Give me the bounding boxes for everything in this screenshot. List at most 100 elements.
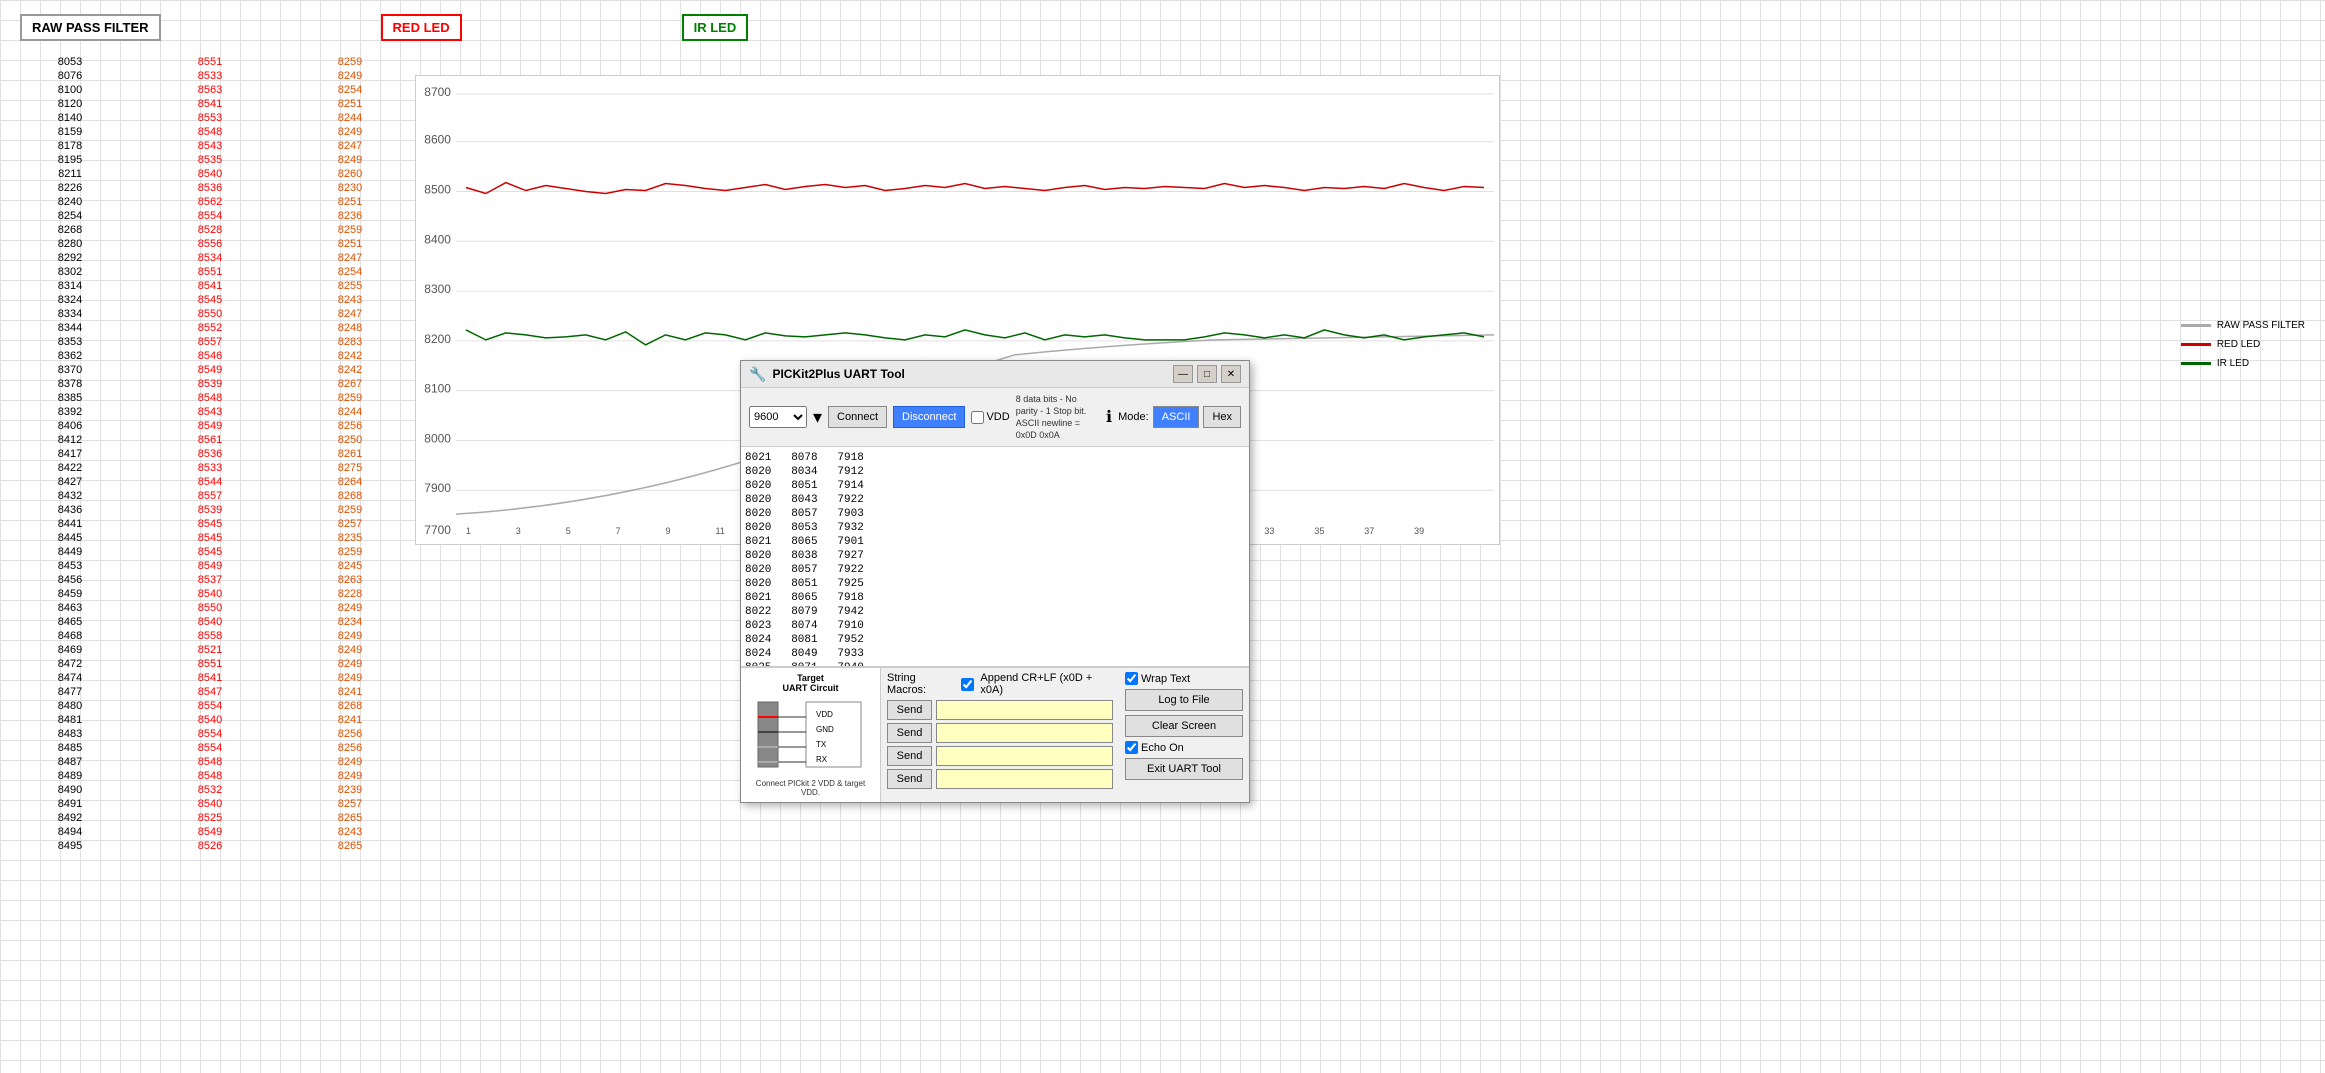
ir-cell: 8261 xyxy=(280,447,420,461)
serial-data-display[interactable]: 8021 8078 79188020 8034 79128020 8051 79… xyxy=(741,447,1249,667)
svg-text:8600: 8600 xyxy=(424,133,451,147)
red-cell: 8548 xyxy=(140,391,280,405)
send-input-2[interactable] xyxy=(936,723,1113,743)
ir-cell: 8249 xyxy=(280,657,420,671)
ir-cell: 8264 xyxy=(280,475,420,489)
ir-cell: 8228 xyxy=(280,587,420,601)
ir-cell: 8249 xyxy=(280,755,420,769)
raw-cell: 8140 xyxy=(0,111,140,125)
red-cell: 8554 xyxy=(140,727,280,741)
raw-cell: 8344 xyxy=(0,321,140,335)
right-buttons-area: Wrap Text Log to File Clear Screen Echo … xyxy=(1119,668,1249,802)
serial-data-row: 8024 8049 7933 xyxy=(745,647,1245,661)
serial-data-row: 8020 8038 7927 xyxy=(745,549,1245,563)
raw-cell: 8459 xyxy=(0,587,140,601)
raw-cell: 8362 xyxy=(0,349,140,363)
connect-button[interactable]: Connect xyxy=(828,406,887,428)
serial-data-row: 8020 8051 7925 xyxy=(745,577,1245,591)
raw-cell: 8120 xyxy=(0,97,140,111)
legend-raw-label: RAW PASS FILTER xyxy=(2217,320,2305,331)
raw-cell: 8495 xyxy=(0,839,140,853)
dialog-toolbar: 9600 115200 ▾ Connect Disconnect VDD 8 d… xyxy=(741,388,1249,447)
svg-text:8100: 8100 xyxy=(424,382,451,396)
baud-rate-select[interactable]: 9600 115200 xyxy=(749,406,807,428)
red-cell: 8533 xyxy=(140,69,280,83)
maximize-button[interactable]: □ xyxy=(1197,365,1217,383)
append-crlf-checkbox[interactable] xyxy=(961,678,974,691)
chart-legend: RAW PASS FILTER RED LED IR LED xyxy=(2181,320,2305,369)
svg-text:7900: 7900 xyxy=(424,481,451,495)
red-cell: 8549 xyxy=(140,419,280,433)
send-button-1[interactable]: Send xyxy=(887,700,932,720)
raw-cell: 8076 xyxy=(0,69,140,83)
raw-cell: 8445 xyxy=(0,531,140,545)
help-icon[interactable]: ℹ xyxy=(1106,407,1112,427)
serial-data-row: 8024 8081 7952 xyxy=(745,633,1245,647)
red-cell: 8550 xyxy=(140,601,280,615)
raw-cell: 8487 xyxy=(0,755,140,769)
raw-cell: 8240 xyxy=(0,195,140,209)
circuit-svg: VDD GND TX RX xyxy=(756,697,866,777)
ir-cell: 8249 xyxy=(280,629,420,643)
red-cell: 8558 xyxy=(140,629,280,643)
minimize-button[interactable]: — xyxy=(1173,365,1193,383)
red-cell: 8554 xyxy=(140,209,280,223)
raw-cell: 8422 xyxy=(0,461,140,475)
send-input-1[interactable] xyxy=(936,700,1113,720)
red-cell: 8540 xyxy=(140,713,280,727)
send-button-4[interactable]: Send xyxy=(887,769,932,789)
ir-cell: 8242 xyxy=(280,349,420,363)
exit-uart-tool-button[interactable]: Exit UART Tool xyxy=(1125,758,1243,780)
ir-cell: 8265 xyxy=(280,839,420,853)
echo-on-checkbox[interactable] xyxy=(1125,741,1138,754)
red-cell: 8561 xyxy=(140,433,280,447)
vdd-checkbox[interactable] xyxy=(971,411,984,424)
raw-cell: 8417 xyxy=(0,447,140,461)
raw-cell: 8226 xyxy=(0,181,140,195)
red-cell: 8546 xyxy=(140,349,280,363)
ir-cell: 8275 xyxy=(280,461,420,475)
disconnect-button[interactable]: Disconnect xyxy=(893,406,965,428)
serial-data-row: 8023 8074 7910 xyxy=(745,619,1245,633)
red-cell: 8556 xyxy=(140,237,280,251)
red-cell: 8540 xyxy=(140,587,280,601)
raw-cell: 8480 xyxy=(0,699,140,713)
red-cell: 8537 xyxy=(140,573,280,587)
send-button-2[interactable]: Send xyxy=(887,723,932,743)
send-input-3[interactable] xyxy=(936,746,1113,766)
close-button[interactable]: ✕ xyxy=(1221,365,1241,383)
legend-raw-pass-filter: RAW PASS FILTER xyxy=(2181,320,2305,331)
hex-mode-button[interactable]: Hex xyxy=(1203,406,1241,428)
clear-screen-button[interactable]: Clear Screen xyxy=(1125,715,1243,737)
legend-ir-label: IR LED xyxy=(2217,358,2249,369)
raw-cell: 8469 xyxy=(0,643,140,657)
red-cell: 8540 xyxy=(140,797,280,811)
red-cell: 8532 xyxy=(140,783,280,797)
raw-cell: 8378 xyxy=(0,377,140,391)
send-input-4[interactable] xyxy=(936,769,1113,789)
wrap-text-checkbox[interactable] xyxy=(1125,672,1138,685)
svg-text:RX: RX xyxy=(816,755,828,764)
dialog-bottom: TargetUART Circuit VDD GND TX RX xyxy=(741,667,1249,802)
ascii-mode-button[interactable]: ASCII xyxy=(1153,406,1200,428)
ir-cell: 8283 xyxy=(280,335,420,349)
circuit-caption: Connect PICkit 2 VDD & target VDD. xyxy=(746,779,875,797)
svg-text:VDD: VDD xyxy=(816,710,833,719)
red-cell: 8545 xyxy=(140,531,280,545)
raw-cell: 8489 xyxy=(0,769,140,783)
ir-cell: 8244 xyxy=(280,405,420,419)
red-cell: 8552 xyxy=(140,321,280,335)
red-cell: 8543 xyxy=(140,139,280,153)
macros-label: String Macros: xyxy=(887,672,955,696)
send-row-4: Send xyxy=(887,769,1113,789)
ir-led-label: IR LED xyxy=(682,14,749,41)
raw-cell: 8392 xyxy=(0,405,140,419)
ir-cell: 8248 xyxy=(280,321,420,335)
send-button-3[interactable]: Send xyxy=(887,746,932,766)
macros-area: String Macros: Append CR+LF (x0D + x0A) … xyxy=(881,668,1119,802)
red-cell: 8545 xyxy=(140,545,280,559)
red-cell: 8534 xyxy=(140,251,280,265)
ir-cell: 8255 xyxy=(280,279,420,293)
log-to-file-button[interactable]: Log to File xyxy=(1125,689,1243,711)
red-cell: 8541 xyxy=(140,279,280,293)
